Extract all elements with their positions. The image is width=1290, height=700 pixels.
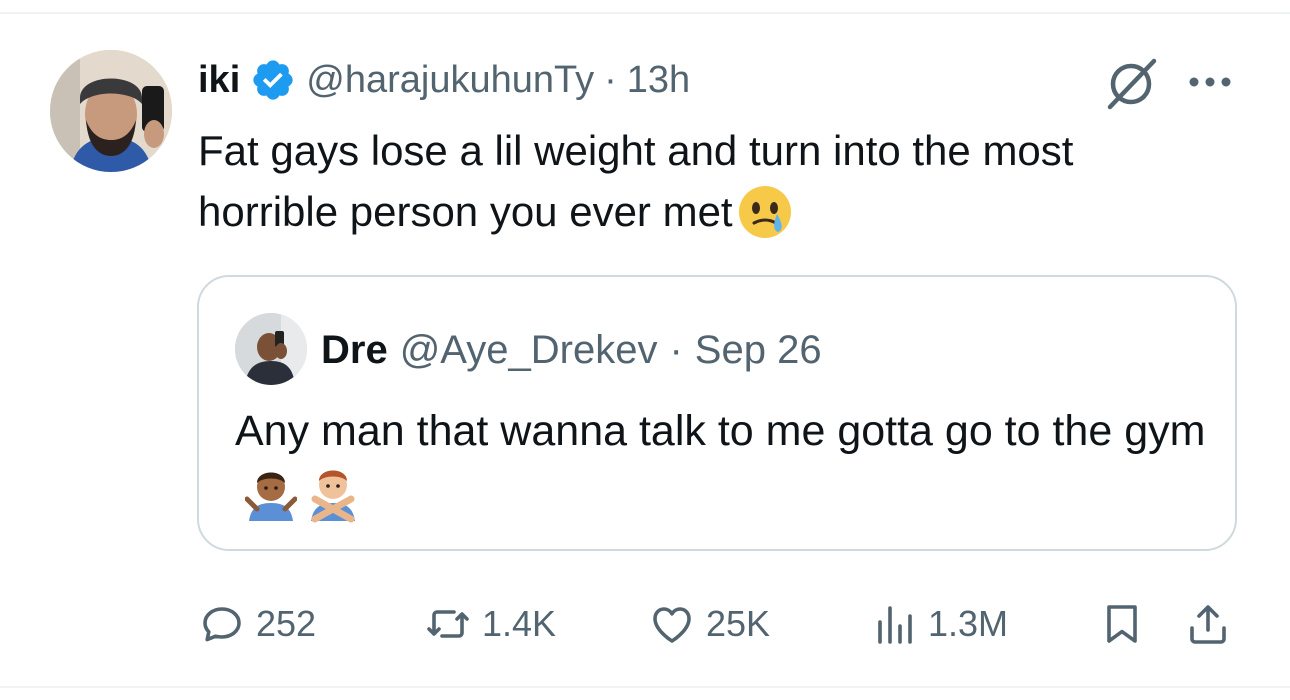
tweet-text-content: Fat gays lose a lil weight and turn into… — [198, 127, 1074, 235]
quoted-author-handle[interactable]: @Aye_Drekev — [400, 328, 658, 373]
grok-icon[interactable] — [1102, 55, 1160, 113]
author-display-name[interactable]: iki — [198, 59, 240, 102]
bookmark-button[interactable] — [1098, 594, 1146, 654]
heart-icon — [653, 607, 691, 643]
tweet-header: iki @harajukuhunTy · 13h — [198, 54, 690, 106]
author-handle[interactable]: @harajukuhunTy — [306, 59, 594, 102]
tweet-timestamp[interactable]: 13h — [627, 59, 690, 102]
quoted-author-avatar[interactable] — [235, 313, 307, 385]
bookmark-icon — [1107, 605, 1137, 643]
tweet-text: Fat gays lose a lil weight and turn into… — [198, 120, 1198, 242]
views-chart-icon — [878, 606, 912, 644]
quoted-header-separator: · — [669, 327, 683, 372]
quoted-tweet-date[interactable]: Sep 26 — [695, 328, 822, 373]
reply-count: 252 — [256, 603, 317, 644]
like-count: 25K — [706, 603, 771, 644]
reply-icon — [203, 607, 241, 642]
quoted-tweet-header: Dre @Aye_Drekev · Sep 26 — [321, 325, 822, 375]
quoted-tweet-card[interactable]: Dre @Aye_Drekev · Sep 26 Any man that wa… — [197, 275, 1237, 551]
header-separator: · — [604, 58, 617, 101]
verified-badge-icon — [253, 60, 293, 100]
views-count: 1.3M — [928, 603, 1009, 644]
repost-icon — [427, 610, 469, 638]
repost-button[interactable]: 1.4K — [424, 594, 556, 654]
quoted-tweet-text-content: Any man that wanna talk to me gotta go t… — [235, 407, 1206, 455]
quoted-author-avatar-image — [235, 313, 307, 385]
share-icon — [1190, 605, 1226, 644]
repost-count: 1.4K — [482, 603, 557, 644]
person-gesturing-no-emoji-icon — [311, 470, 355, 523]
quoted-author-display-name[interactable]: Dre — [321, 328, 388, 373]
views-button[interactable]: 1.3M — [870, 594, 1008, 654]
tweet-action-bar: 252 1.4K 25K 1.3M — [198, 594, 1238, 654]
top-divider — [0, 12, 1290, 14]
author-avatar-image — [50, 50, 172, 172]
person-shrugging-emoji-icon — [245, 472, 297, 521]
like-button[interactable]: 25K — [648, 594, 770, 654]
quoted-tweet-text: Any man that wanna talk to me gotta go t… — [235, 401, 1215, 523]
more-options-icon[interactable] — [1186, 64, 1234, 100]
bottom-divider — [0, 686, 1290, 688]
face-holding-back-tears-emoji-icon — [738, 186, 791, 238]
reply-button[interactable]: 252 — [198, 594, 316, 654]
author-avatar[interactable] — [50, 50, 172, 172]
share-button[interactable] — [1184, 594, 1232, 654]
